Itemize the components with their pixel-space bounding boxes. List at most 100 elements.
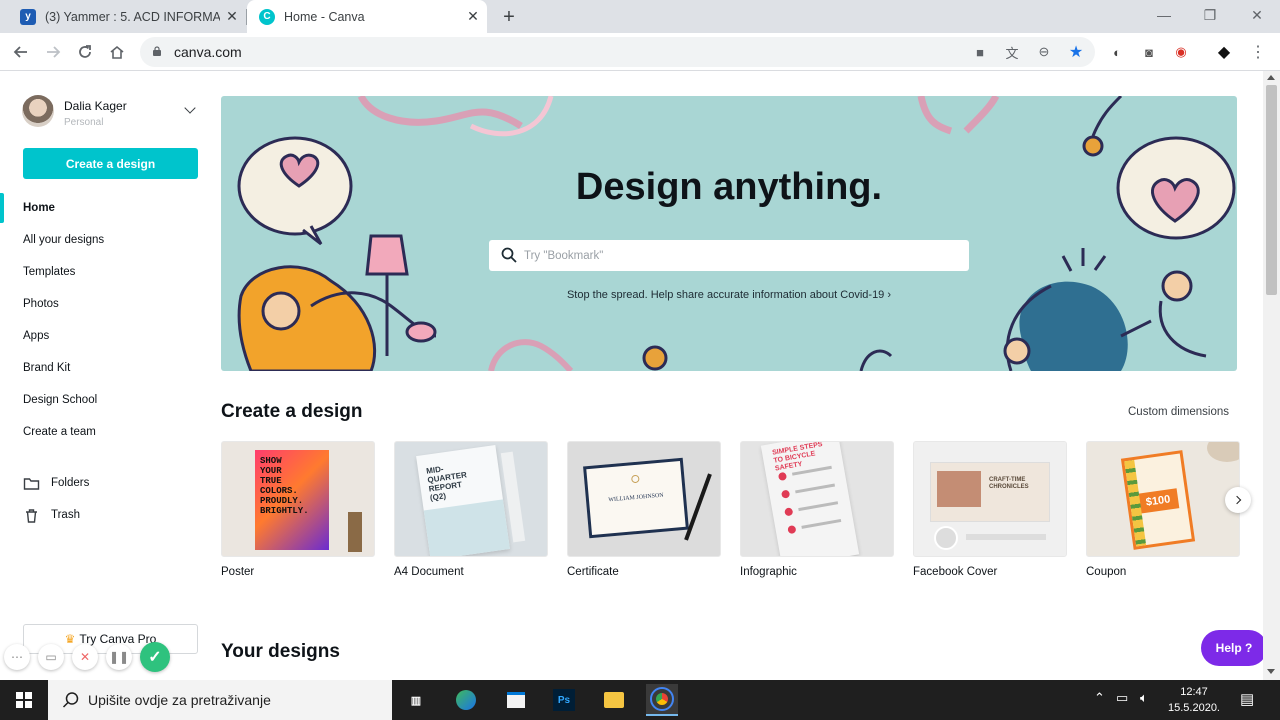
tab-title: (3) Yammer : 5. ACD INFORMATIKA [45,9,220,24]
menu-kebab-icon[interactable]: ⋮ [1248,42,1268,62]
url-text: canva.com [174,44,242,60]
extension-red-icon[interactable]: ◉ [1171,42,1191,62]
custom-dimensions-link[interactable]: Custom dimensions [1128,406,1229,418]
file-explorer-icon[interactable] [598,684,630,716]
notifications-icon[interactable]: ▤ [1240,690,1254,708]
browser-tab-strip: y (3) Yammer : 5. ACD INFORMATIKA ✕ C Ho… [0,0,1280,33]
sidebar-item-all-designs[interactable]: All your designs [23,234,104,246]
search-icon [501,247,517,263]
template-card-coupon[interactable]: $100 Coupon [1086,441,1240,578]
restore-button[interactable]: ❐ [1187,0,1233,30]
sidebar-item-brand-kit[interactable]: Brand Kit [23,362,70,374]
sidebar-item-create-team[interactable]: Create a team [23,426,96,438]
home-icon [110,45,124,59]
taskbar-search-placeholder: Upišite ovdje za pretraživanje [88,692,271,708]
sidebar-item-folders[interactable]: Folders [51,477,89,489]
profile-switcher[interactable]: Dalia Kager Personal [22,95,202,131]
folder-icon [23,478,40,490]
camera-icon[interactable]: ■ [970,42,990,62]
carousel-next-button[interactable] [1225,487,1251,513]
scroll-down-icon[interactable] [1267,669,1275,674]
covid-info-link[interactable]: Stop the spread. Help share accurate inf… [221,289,1237,301]
sidebar-item-home[interactable]: Home [23,202,55,214]
facebook-cover-thumbnail: CRAFT-TIME CHRONICLES [913,441,1067,557]
lock-icon [153,46,161,56]
card-label: Infographic [740,566,797,578]
address-bar[interactable]: canva.com ■ 文 ⊖ ★ [140,37,1095,67]
task-view-icon[interactable]: ▥ [400,684,432,716]
new-tab-button[interactable]: + [496,5,522,29]
poster-thumbnail: SHOW YOUR TRUE COLORS. PROUDLY. BRIGHTLY. [221,441,375,557]
scrollbar-thumb[interactable] [1266,85,1277,295]
zoom-icon[interactable]: ⊖ [1034,42,1054,62]
chrome-taskbar-icon[interactable] [646,684,678,716]
create-design-button[interactable]: Create a design [23,148,198,179]
sidebar-item-templates[interactable]: Templates [23,266,75,278]
clock-date: 15.5.2020. [1168,702,1220,714]
discard-icon[interactable]: ✕ [72,644,98,670]
taskbar-search-box[interactable]: Upišite ovdje za pretraživanje [48,680,392,720]
tab-title: Home - Canva [284,9,365,24]
windows-taskbar: Upišite ovdje za pretraživanje ▥ Ps ⌃ ▭ … [0,680,1280,720]
start-button[interactable] [0,680,48,720]
close-window-button[interactable]: ✕ [1234,0,1280,30]
hero-illustration [237,96,1236,371]
page-scrollbar[interactable] [1263,71,1280,680]
your-designs-heading: Your designs [221,641,340,662]
windows-logo-icon [16,692,32,708]
avatar [22,95,54,127]
close-tab-icon[interactable]: ✕ [465,8,481,24]
profile-extension-icon[interactable]: ◆ [1214,42,1234,62]
create-design-heading: Create a design [221,401,363,422]
finish-recording-icon[interactable]: ✓ [140,642,170,672]
hero-title: Design anything. [575,166,883,208]
template-card-certificate[interactable]: WILLIAM JOHNSON Certificate [567,441,721,578]
back-arrow-icon [13,46,27,58]
taskbar-clock[interactable]: 12:47 15.5.2020. [1168,684,1220,716]
a4-document-thumbnail: MID- QUARTER REPORT (Q2) [394,441,548,557]
more-options-icon[interactable]: ⋯ [4,644,30,670]
back-button[interactable] [8,39,34,65]
tray-chevron-icon[interactable]: ⌃ [1094,690,1105,706]
close-tab-icon[interactable]: ✕ [224,8,240,24]
browser-toolbar: canva.com ■ 文 ⊖ ★ ◐ ◙ ◉ ◆ ⋮ [0,33,1280,71]
card-label: Certificate [567,566,619,578]
scroll-up-icon[interactable] [1267,75,1275,80]
forward-button[interactable] [40,39,66,65]
template-card-infographic[interactable]: SIMPLE STEPS TO BICYCLE SAFETY Infographi… [740,441,894,578]
pocket-icon[interactable]: ◙ [1139,42,1159,62]
pause-icon[interactable]: ❚❚ [106,644,132,670]
canva-icon: C [259,8,275,25]
card-label: Facebook Cover [913,566,998,578]
tab-canva[interactable]: C Home - Canva ✕ [247,0,487,33]
hero-search-input[interactable] [524,246,944,266]
store-icon[interactable] [500,684,532,716]
webcam-icon[interactable]: ▭ [38,644,64,670]
home-button[interactable] [104,39,130,65]
search-icon [62,692,79,708]
yammer-icon: y [20,8,36,25]
hero-banner: Design anything. Stop the spread. Help s… [221,96,1237,371]
network-icon[interactable]: ▭ [1116,690,1128,706]
tab-yammer[interactable]: y (3) Yammer : 5. ACD INFORMATIKA ✕ [8,0,246,33]
template-card-a4-document[interactable]: MID- QUARTER REPORT (Q2) A4 Document [394,441,548,578]
template-card-poster[interactable]: SHOW YOUR TRUE COLORS. PROUDLY. BRIGHTLY. Pos… [221,441,375,578]
certificate-thumbnail: WILLIAM JOHNSON [567,441,721,557]
sidebar-item-trash[interactable]: Trash [51,509,80,521]
canva-page: Dalia Kager Personal Create a design Hom… [0,71,1280,680]
reload-button[interactable] [72,39,98,65]
volume-icon[interactable]: 🔈︎ [1140,690,1148,706]
help-button[interactable]: Help ? [1201,630,1267,666]
bookmark-star-icon[interactable]: ★ [1066,42,1086,62]
forward-arrow-icon [47,46,61,58]
sidebar-item-photos[interactable]: Photos [23,298,59,310]
minimize-button[interactable]: — [1141,0,1187,30]
edge-icon[interactable] [450,684,482,716]
extension-circle-icon[interactable]: ◐ [1107,42,1127,62]
hero-search-box[interactable] [489,240,969,271]
photoshop-icon[interactable]: Ps [548,684,580,716]
template-card-facebook-cover[interactable]: CRAFT-TIME CHRONICLES Facebook Cover [913,441,1067,578]
sidebar-item-apps[interactable]: Apps [23,330,49,342]
sidebar-item-design-school[interactable]: Design School [23,394,97,406]
translate-icon[interactable]: 文 [1002,42,1022,62]
